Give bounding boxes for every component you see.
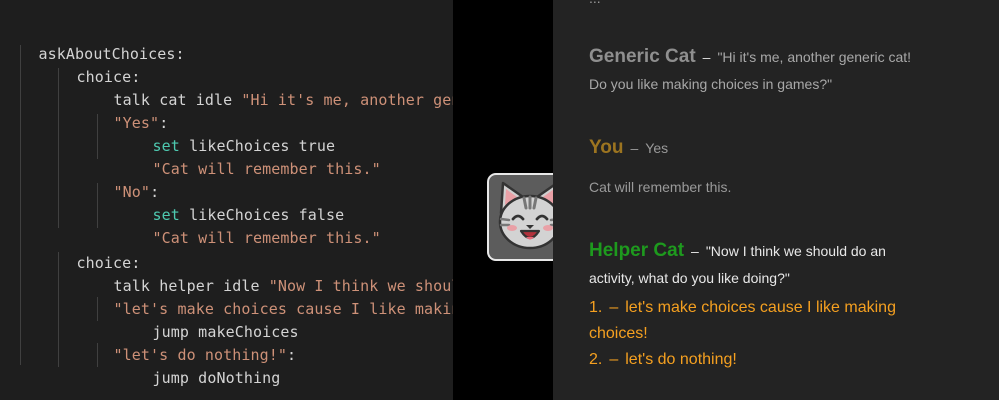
choice-text: choices! xyxy=(589,325,648,342)
code-line-set: set likeChoices false xyxy=(116,181,345,224)
dialogue-text-continued: activity, what do you like doing?" xyxy=(589,270,790,286)
code-line-option: "let's do nothing!": xyxy=(77,321,297,364)
code-line-jump: jump doNothing xyxy=(116,344,281,387)
partial-text: ... xyxy=(589,0,601,6)
code-line-option: "No": xyxy=(77,158,160,201)
code-line-option: "let's make choices cause I like making xyxy=(77,275,453,318)
dialogue-entry-helper-cat: Helper Cat – "Now I think we should do an xyxy=(589,238,886,265)
jump-statement: jump doNothing xyxy=(152,369,281,387)
choice-option-1-continued[interactable]: choices! xyxy=(589,322,648,346)
choice-number: 2. xyxy=(589,351,603,368)
previous-line-partial: ... xyxy=(589,0,601,6)
speaker-name: You xyxy=(589,137,624,158)
choice-option-2[interactable]: 2. – let's do nothing! xyxy=(589,348,737,372)
dialogue-entry-generic-cat: Generic Cat – "Hi it's me, another generic… xyxy=(589,44,911,71)
narration-line: Cat will remember this. xyxy=(589,179,731,195)
choice-number: 1. xyxy=(589,299,603,316)
code-line-choice: choice: xyxy=(40,229,141,272)
dialogue-text-continued: Do you like making choices in games?" xyxy=(589,76,832,92)
speaker-name: Generic Cat xyxy=(589,46,696,67)
dialogue-text: activity, what do you like doing?" xyxy=(589,270,790,286)
code-line-choice: choice: xyxy=(40,43,141,86)
choice-dash: – xyxy=(609,299,619,316)
dialogue-entry-you: You – Yes xyxy=(589,135,668,162)
code-line-talk: talk cat idle "Hi it's me, another gener xyxy=(77,66,453,109)
narration-text: Cat will remember this. xyxy=(589,179,732,195)
dialogue-text: "Hi it's me, another generic cat! xyxy=(717,49,912,65)
dialogue-text: "Now I think we should do an xyxy=(705,243,886,259)
dialogue-preview: ... Generic Cat–"Hi it's me, another gen… xyxy=(553,0,999,400)
speaker-dash: – xyxy=(630,140,639,156)
speaker-dash: – xyxy=(691,243,699,259)
talk-string: "Hi it's me, another gener xyxy=(241,91,453,109)
indent-guide xyxy=(20,45,21,365)
code-line-set: set likeChoices true xyxy=(116,112,336,155)
code-line-jump: jump makeChoices xyxy=(116,298,299,341)
choice-option-1[interactable]: 1. – let's make choices cause I like makin… xyxy=(589,296,896,320)
narration-string: "Cat will remember this." xyxy=(152,160,381,178)
option-colon: : xyxy=(287,346,297,364)
narration-string: "Cat will remember this." xyxy=(152,229,381,247)
choice-text: let's make choices cause I like making xyxy=(625,299,896,316)
choice-dash: – xyxy=(609,351,619,368)
dialogue-text: Do you like making choices in games?" xyxy=(589,76,833,92)
code-line-label: askAboutChoices: xyxy=(2,20,185,63)
code-editor[interactable]: askAboutChoices: choice: talk cat idle "… xyxy=(0,0,453,400)
reply-text: Yes xyxy=(645,140,669,156)
speaker-name: Helper Cat xyxy=(589,240,685,261)
code-line-string: "Cat will remember this." xyxy=(116,204,381,247)
choice-text: let's do nothing! xyxy=(625,351,737,368)
code-line-talk: talk helper idle "Now I think we should xyxy=(77,252,453,295)
code-line-option: "Yes": xyxy=(77,89,169,132)
speaker-dash: – xyxy=(702,49,711,65)
code-line-string: "Cat will remember this." xyxy=(116,135,381,178)
